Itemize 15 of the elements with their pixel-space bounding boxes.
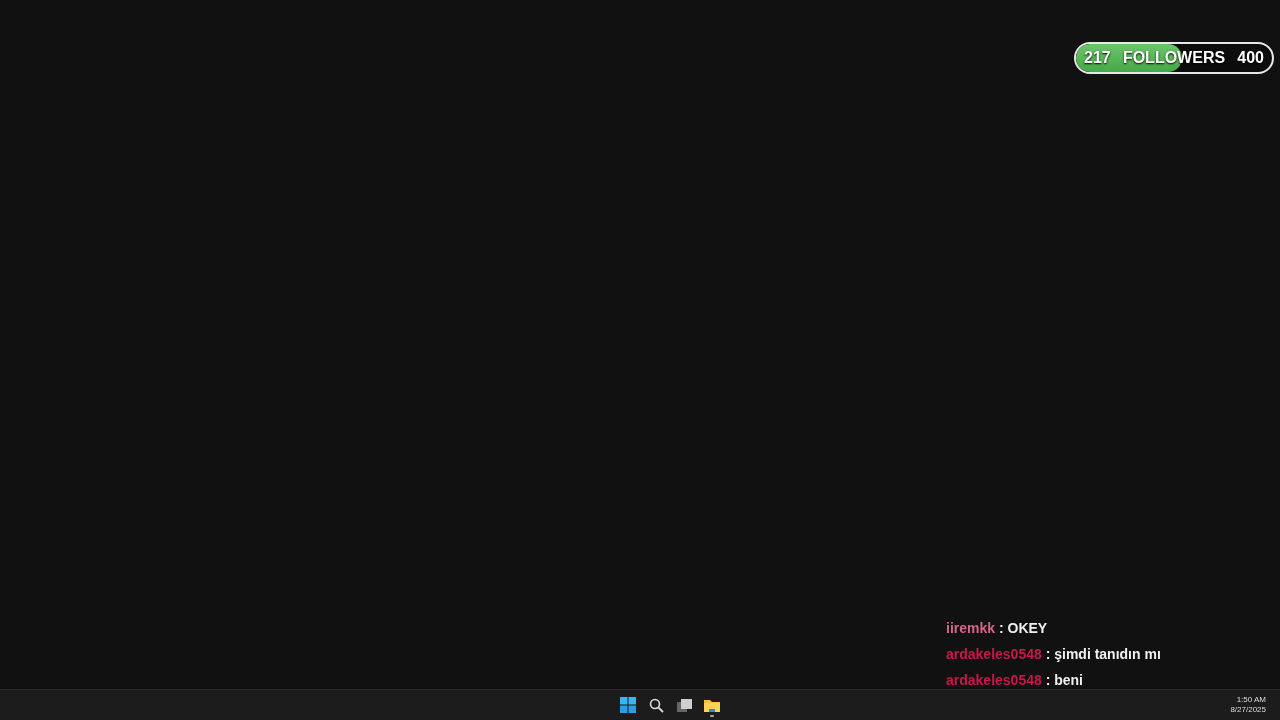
search-icon bbox=[648, 697, 664, 713]
follower-count: 217 bbox=[1084, 49, 1111, 67]
chat-message: : beni bbox=[1045, 672, 1083, 688]
windows-logo-icon bbox=[620, 697, 637, 713]
folder-icon bbox=[704, 698, 721, 712]
clock-time[interactable]: 1:50 AM bbox=[1236, 695, 1266, 705]
task-view-icon bbox=[676, 698, 692, 712]
running-indicator bbox=[710, 715, 715, 717]
clock-date[interactable]: 8/27/2025 bbox=[1230, 705, 1266, 715]
chat-username: ardakeles0548 bbox=[946, 646, 1042, 662]
chat-username: ardakeles0548 bbox=[946, 672, 1042, 688]
chat-username: iiremkk bbox=[946, 620, 996, 636]
goal-target: 400 bbox=[1237, 49, 1264, 67]
chat-message: : OKEY bbox=[998, 620, 1048, 636]
chat-message: : şimdi tanıdın mı bbox=[1045, 646, 1161, 662]
